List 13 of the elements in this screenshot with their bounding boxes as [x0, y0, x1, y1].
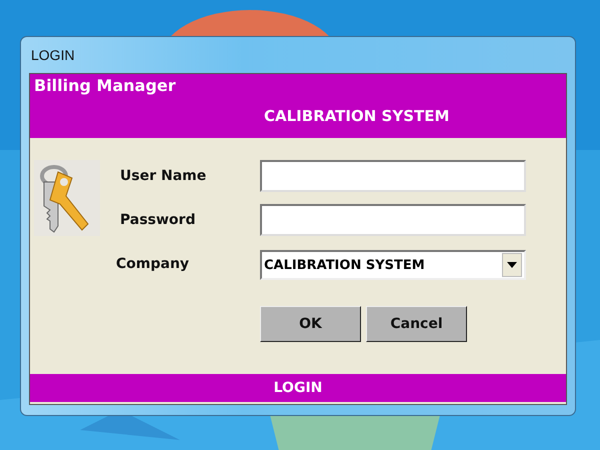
- input-field[interactable]: [260, 160, 526, 192]
- window-title: LOGIN: [31, 47, 75, 63]
- footer-label: LOGIN: [274, 380, 322, 396]
- system-name: CALIBRATION SYSTEM: [264, 107, 450, 125]
- input-field[interactable]: [260, 204, 526, 236]
- dialog-button[interactable]: Cancel: [366, 306, 467, 342]
- field-label: Password: [119, 212, 196, 228]
- dialog-button[interactable]: OK: [260, 306, 361, 342]
- company-dropdown[interactable]: CALIBRATION SYSTEM: [260, 250, 526, 280]
- caret-icon[interactable]: [502, 253, 522, 277]
- field-label: Company: [115, 256, 190, 272]
- field-label: User Name: [119, 168, 208, 184]
- app-name: Billing Manager: [34, 76, 177, 95]
